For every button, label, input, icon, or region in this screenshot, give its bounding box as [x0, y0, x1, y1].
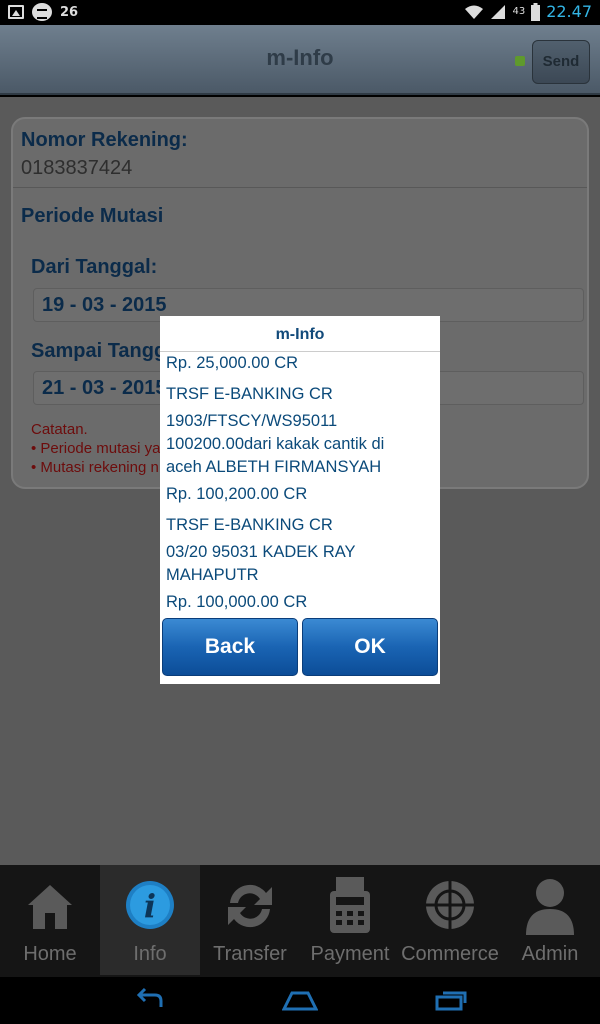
note-item: • Periode mutasi ya	[31, 440, 161, 457]
account-number: 0183837424	[21, 157, 133, 179]
home-nav-icon[interactable]	[282, 985, 318, 1015]
tab-commerce[interactable]: Commerce	[400, 865, 500, 975]
recents-icon[interactable]	[433, 985, 469, 1015]
chat-icon	[32, 3, 52, 21]
page-title: m-Info	[266, 45, 334, 70]
send-button[interactable]: Send	[532, 40, 590, 84]
wifi-icon	[465, 5, 484, 19]
dialog-title: m-Info	[160, 316, 440, 352]
dialog-line: 100200.00dari kakak cantik di	[166, 435, 385, 453]
dialog-line: 03/20 95031 KADEK RAY	[166, 543, 356, 561]
status-bar: 26 43 22.47	[0, 0, 600, 25]
status-right: 43 22.47	[464, 2, 592, 21]
note-item: • Mutasi rekening n	[31, 459, 159, 476]
battery-icon	[531, 2, 541, 21]
screen: 26 43 22.47 m-Info Send Nomor Rekening: …	[0, 0, 600, 1024]
admin-icon	[526, 879, 574, 935]
dialog-line: TRSF E-BANKING CR	[166, 385, 333, 403]
back-icon[interactable]	[131, 985, 167, 1015]
dialog-line: 1903/FTSCY/WS95011	[166, 412, 338, 430]
temperature: 26	[60, 4, 79, 20]
account-label: Nomor Rekening:	[21, 129, 188, 151]
back-button[interactable]: Back	[162, 618, 298, 676]
to-date-label: Sampai Tangg	[31, 340, 167, 362]
tab-label: Transfer	[213, 943, 287, 965]
title-bar: m-Info Send	[0, 25, 600, 95]
tab-label: Commerce	[401, 943, 499, 965]
from-date-label: Dari Tanggal:	[31, 256, 158, 278]
payment-icon	[330, 877, 370, 933]
tab-payment[interactable]: Payment	[300, 865, 400, 975]
info-icon: i	[126, 881, 174, 929]
tab-home[interactable]: Home	[0, 865, 100, 975]
notes-title: Catatan.	[31, 421, 88, 438]
tab-admin[interactable]: Admin	[500, 865, 600, 975]
status-left: 26	[8, 3, 78, 21]
dialog-body[interactable]: Rp. 25,000.00 CR TRSF E-BANKING CR 1903/…	[166, 352, 438, 616]
system-nav-bar	[0, 977, 600, 1024]
dialog-line: aceh ALBETH FIRMANSYAH	[166, 458, 382, 476]
tab-label: Home	[23, 943, 77, 965]
dialog-line: MAHAPUTR	[166, 566, 259, 584]
connection-indicator	[515, 56, 525, 66]
home-icon	[28, 885, 72, 929]
period-label: Periode Mutasi	[21, 205, 164, 227]
tab-info[interactable]: i Info	[100, 865, 200, 975]
clock: 22.47	[546, 2, 592, 21]
image-icon	[8, 5, 24, 19]
signal-icon	[491, 4, 506, 19]
network-label: 43	[512, 6, 526, 17]
svg-text:i: i	[144, 887, 156, 925]
info-dialog: m-Info Rp. 25,000.00 CR TRSF E-BANKING C…	[160, 316, 440, 684]
divider	[13, 187, 587, 188]
dialog-line: Rp. 25,000.00 CR	[166, 354, 299, 372]
tab-label: Info	[133, 943, 167, 965]
dialog-line: Rp. 100,000.00 CR	[166, 593, 308, 611]
transfer-icon	[228, 884, 272, 928]
commerce-icon	[426, 881, 474, 929]
ok-button[interactable]: OK	[302, 618, 438, 676]
dialog-line: Rp. 100,200.00 CR	[166, 485, 308, 503]
tab-label: Payment	[310, 943, 390, 965]
tab-bar: Home i Info Transfer Payment Commerce Ad…	[0, 865, 600, 977]
dialog-line: TRSF E-BANKING CR	[166, 516, 333, 534]
tab-transfer[interactable]: Transfer	[200, 865, 300, 975]
tab-label: Admin	[521, 943, 579, 965]
